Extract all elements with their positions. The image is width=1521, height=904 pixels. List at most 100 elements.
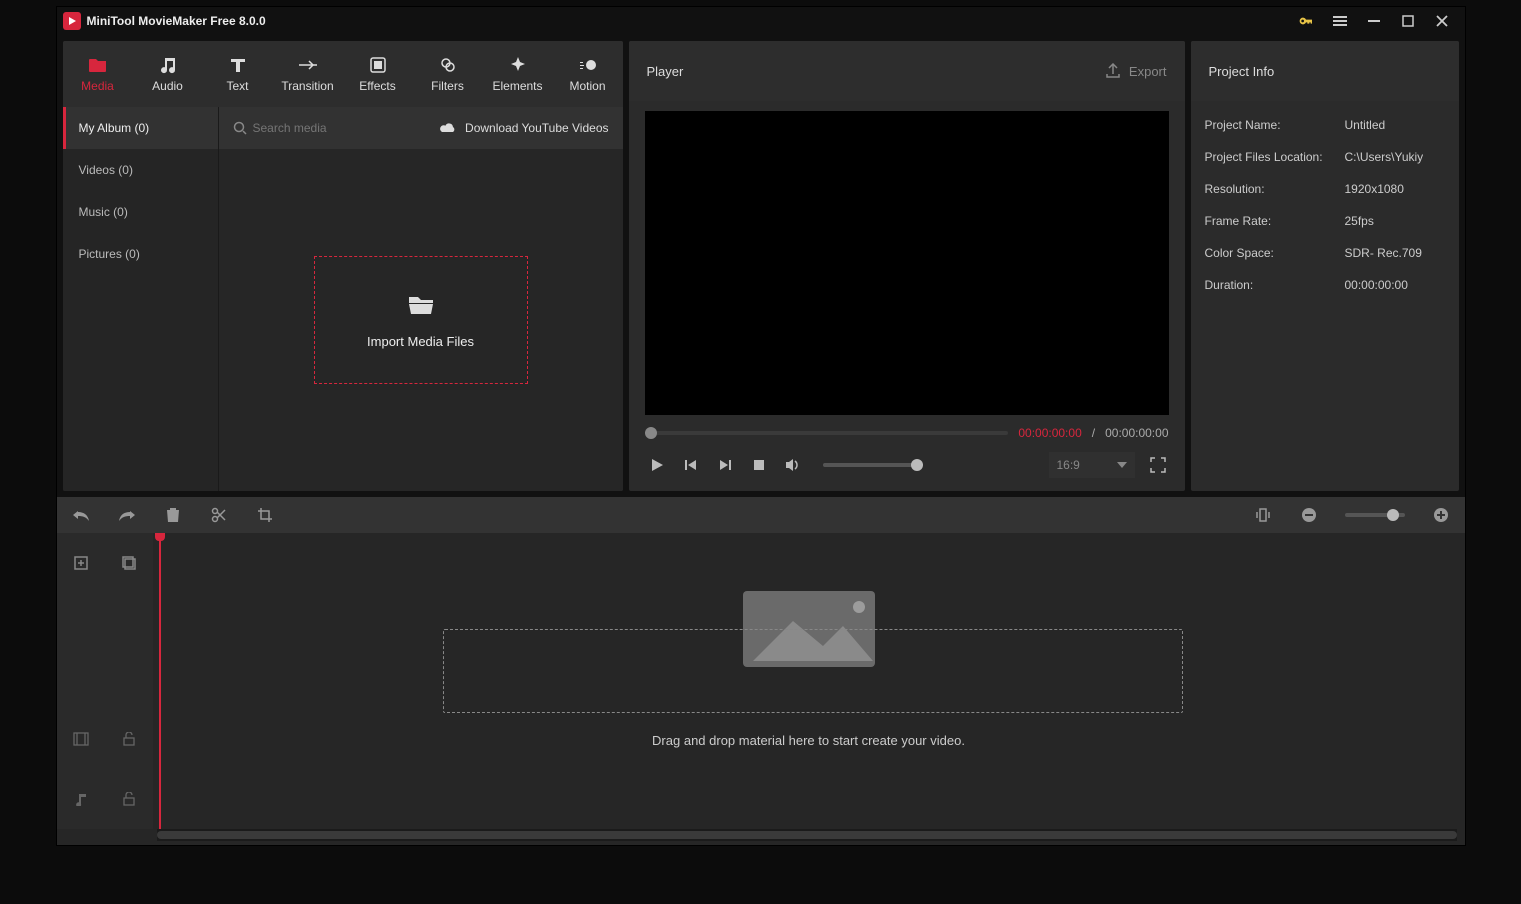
maximize-button[interactable] — [1391, 7, 1425, 35]
project-info-list: Project Name:Untitled Project Files Loca… — [1191, 101, 1459, 309]
play-button[interactable] — [647, 455, 667, 475]
timeline-canvas[interactable]: Drag and drop material here to start cre… — [153, 533, 1465, 829]
tab-filters[interactable]: Filters — [413, 41, 483, 107]
tab-effects[interactable]: Effects — [343, 41, 413, 107]
prev-frame-button[interactable] — [681, 455, 701, 475]
volume-icon[interactable] — [783, 455, 803, 475]
track-header-column — [57, 533, 153, 829]
fullscreen-button[interactable] — [1149, 456, 1167, 474]
info-row: Project Files Location:C:\Users\Yukiy — [1205, 141, 1445, 173]
timeline-dropzone[interactable] — [443, 629, 1183, 713]
sidebar-item-my-album[interactable]: My Album (0) — [63, 107, 218, 149]
hamburger-menu-icon[interactable] — [1323, 7, 1357, 35]
minimize-button[interactable] — [1357, 7, 1391, 35]
tab-label: Text — [226, 79, 248, 93]
transition-icon — [298, 55, 318, 75]
tab-transition[interactable]: Transition — [273, 41, 343, 107]
zoom-in-button[interactable] — [1431, 505, 1451, 525]
project-info-title: Project Info — [1209, 64, 1275, 79]
volume-thumb[interactable] — [911, 459, 923, 471]
volume-slider[interactable] — [823, 463, 923, 467]
player-controls: 16:9 — [645, 445, 1169, 485]
undo-button[interactable] — [71, 505, 91, 525]
player-header: Player Export — [629, 41, 1185, 101]
scrub-track[interactable] — [645, 431, 1009, 435]
aspect-ratio-select[interactable]: 16:9 — [1049, 452, 1135, 478]
playhead[interactable] — [159, 533, 161, 829]
info-value: Untitled — [1345, 118, 1386, 132]
search-icon — [233, 121, 247, 135]
lock-video-track-button[interactable] — [105, 709, 153, 769]
scrollbar-thumb[interactable] — [157, 831, 1457, 839]
zoom-slider[interactable] — [1345, 513, 1405, 517]
info-value: SDR- Rec.709 — [1345, 246, 1422, 260]
project-info-header: Project Info — [1191, 41, 1459, 101]
tab-elements[interactable]: Elements — [483, 41, 553, 107]
activate-key-icon[interactable] — [1289, 7, 1323, 35]
info-key: Frame Rate: — [1205, 214, 1345, 228]
tab-label: Elements — [492, 79, 542, 93]
scrub-thumb[interactable] — [645, 427, 657, 439]
timeline-horizontal-scrollbar[interactable] — [157, 829, 1457, 841]
effects-icon — [368, 55, 388, 75]
tab-label: Transition — [281, 79, 333, 93]
sidebar-item-pictures[interactable]: Pictures (0) — [63, 233, 218, 275]
info-row: Duration:00:00:00:00 — [1205, 269, 1445, 301]
redo-button[interactable] — [117, 505, 137, 525]
tab-label: Motion — [569, 79, 605, 93]
next-frame-button[interactable] — [715, 455, 735, 475]
info-row: Color Space:SDR- Rec.709 — [1205, 237, 1445, 269]
timeline-body: Drag and drop material here to start cre… — [57, 533, 1465, 829]
export-label: Export — [1129, 64, 1167, 79]
close-button[interactable] — [1425, 7, 1459, 35]
info-value: 00:00:00:00 — [1345, 278, 1408, 292]
timeline-toolbar — [57, 497, 1465, 533]
player-viewport[interactable] — [645, 111, 1169, 415]
delete-button[interactable] — [163, 505, 183, 525]
split-button[interactable] — [209, 505, 229, 525]
sidebar-item-videos[interactable]: Videos (0) — [63, 149, 218, 191]
aspect-ratio-label: 16:9 — [1057, 458, 1080, 472]
download-youtube-button[interactable]: Download YouTube Videos — [439, 121, 608, 135]
search-box[interactable] — [233, 121, 440, 135]
sidebar-item-music[interactable]: Music (0) — [63, 191, 218, 233]
timeline-section: Drag and drop material here to start cre… — [57, 497, 1465, 845]
add-track-below-button[interactable] — [105, 533, 153, 593]
download-youtube-label: Download YouTube Videos — [465, 121, 608, 135]
audio-track-icon — [57, 769, 105, 829]
export-button[interactable]: Export — [1105, 63, 1167, 79]
sparkle-icon — [508, 55, 528, 75]
zoom-out-button[interactable] — [1299, 505, 1319, 525]
tab-label: Effects — [359, 79, 395, 93]
time-total: 00:00:00:00 — [1105, 426, 1168, 440]
player-scrubber[interactable]: 00:00:00:00 / 00:00:00:00 — [645, 421, 1169, 445]
tab-motion[interactable]: Motion — [553, 41, 623, 107]
stop-button[interactable] — [749, 455, 769, 475]
cloud-download-icon — [439, 121, 457, 135]
folder-open-icon — [406, 292, 436, 318]
app-window: MiniTool MovieMaker Free 8.0.0 Media — [56, 6, 1466, 846]
player-panel: Player Export 00:00:00:00 / 00:00:00:00 — [629, 41, 1185, 491]
music-note-icon — [158, 55, 178, 75]
export-icon — [1105, 63, 1121, 79]
info-value: 25fps — [1345, 214, 1374, 228]
info-value: C:\Users\Yukiy — [1345, 150, 1424, 164]
chevron-down-icon — [1117, 462, 1127, 468]
main-tabs: Media Audio Text Transition Effects — [63, 41, 623, 107]
tab-text[interactable]: Text — [203, 41, 273, 107]
auto-fit-button[interactable] — [1253, 505, 1273, 525]
tab-media[interactable]: Media — [63, 41, 133, 107]
add-track-above-button[interactable] — [57, 533, 105, 593]
zoom-thumb[interactable] — [1387, 509, 1399, 521]
text-icon — [228, 55, 248, 75]
info-key: Project Files Location: — [1205, 150, 1345, 164]
lock-audio-track-button[interactable] — [105, 769, 153, 829]
media-sidebar: My Album (0) Videos (0) Music (0) Pictur… — [63, 107, 219, 491]
tab-audio[interactable]: Audio — [133, 41, 203, 107]
search-input[interactable] — [253, 121, 413, 135]
import-media-dropzone[interactable]: Import Media Files — [314, 256, 528, 384]
crop-button[interactable] — [255, 505, 275, 525]
time-separator: / — [1092, 426, 1095, 440]
motion-icon — [578, 55, 598, 75]
sidebar-item-label: Music (0) — [79, 205, 128, 219]
